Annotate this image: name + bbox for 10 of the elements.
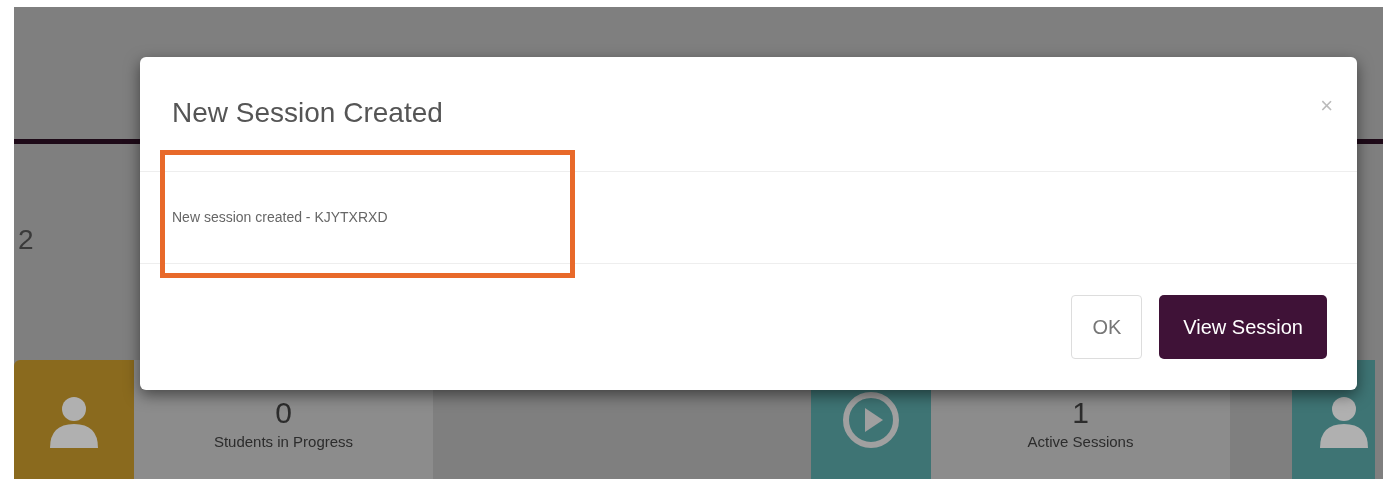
message-text: New session created - KJYTXRXD <box>172 208 388 227</box>
view-session-button[interactable]: View Session <box>1159 295 1327 359</box>
stat-label: Active Sessions <box>1027 432 1134 452</box>
play-icon <box>841 390 901 450</box>
count-number: 2 <box>18 226 35 254</box>
stat-value: 0 <box>275 396 292 429</box>
dialog-title: New Session Created <box>172 96 443 130</box>
stat-value: 1 <box>1072 396 1089 429</box>
stat-label: Students in Progress <box>213 432 354 452</box>
ok-button[interactable]: OK <box>1071 295 1143 359</box>
